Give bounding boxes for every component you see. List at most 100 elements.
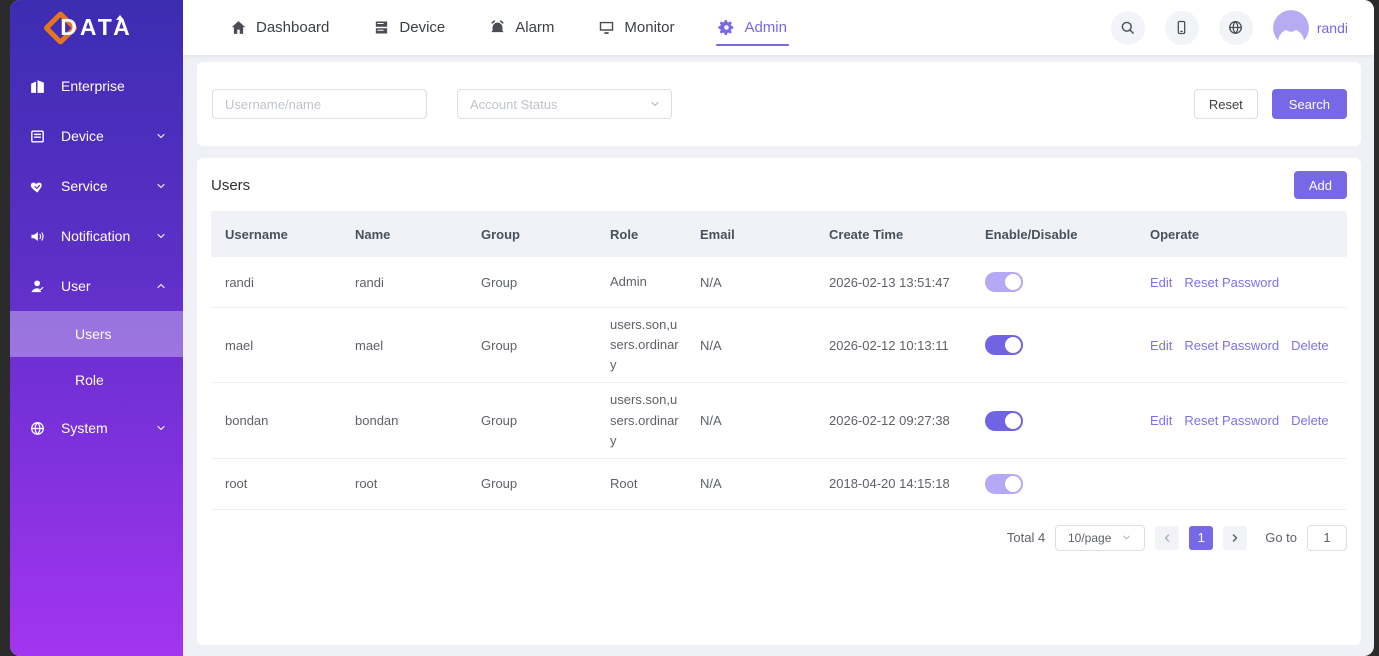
chevron-down-icon	[155, 130, 167, 142]
sidebar-subitem-users[interactable]: Users	[10, 311, 183, 357]
reset-password-link[interactable]: Reset Password	[1184, 413, 1279, 428]
delete-link[interactable]: Delete	[1291, 413, 1329, 428]
enable-toggle[interactable]	[985, 272, 1023, 292]
chevron-down-icon	[1121, 532, 1132, 543]
search-icon	[1119, 19, 1136, 36]
cell-role: users.son,users.ordinary	[596, 390, 686, 450]
enable-toggle[interactable]	[985, 335, 1023, 355]
notification-icon	[29, 228, 46, 245]
cell-operate: Edit Reset Password Delete	[1136, 338, 1347, 353]
cell-username: root	[211, 476, 341, 491]
avatar	[1273, 10, 1309, 46]
sidebar-item-device[interactable]: Device	[10, 111, 183, 161]
cell-email: N/A	[686, 476, 815, 491]
sidebar-item-label: Device	[61, 128, 155, 144]
sidebar-item-label: System	[61, 420, 155, 436]
column-header-email: Email	[686, 227, 815, 242]
current-page-button[interactable]: 1	[1189, 526, 1213, 550]
reset-password-link[interactable]: Reset Password	[1184, 275, 1279, 290]
cell-operate: Edit Reset Password	[1136, 275, 1347, 290]
tab-monitor[interactable]: Monitor	[598, 0, 674, 55]
chevron-up-icon	[155, 280, 167, 292]
sidebar-item-enterprise[interactable]: Enterprise	[10, 61, 183, 111]
tab-label: Device	[399, 19, 445, 36]
app-logo[interactable]: DATA	[10, 0, 183, 55]
enable-toggle[interactable]	[985, 474, 1023, 494]
search-button[interactable]	[1111, 11, 1145, 45]
sidebar-subitem-label: Users	[75, 326, 112, 342]
cell-group: Group	[467, 413, 596, 428]
search-button[interactable]: Search	[1272, 89, 1347, 119]
sidebar-item-label: User	[61, 278, 155, 294]
cell-group: Group	[467, 476, 596, 491]
cell-role: Admin	[596, 272, 686, 292]
globe-icon	[1227, 19, 1244, 36]
prev-page-button[interactable]	[1155, 526, 1179, 550]
nav-actions: randi	[1111, 10, 1348, 46]
cell-username: randi	[211, 275, 341, 290]
account-status-select[interactable]: Account Status	[457, 89, 672, 119]
cell-username: mael	[211, 338, 341, 353]
panel-title: Users	[211, 177, 250, 194]
sidebar-subitem-role[interactable]: Role	[10, 357, 183, 403]
sidebar-subitem-label: Role	[75, 372, 104, 388]
tab-device[interactable]: Device	[373, 0, 445, 55]
next-page-button[interactable]	[1223, 526, 1247, 550]
phone-icon	[1173, 19, 1190, 36]
content-area: Account Status Reset Search Users Add Us…	[183, 55, 1374, 656]
cell-name: root	[341, 476, 467, 491]
column-header-operate: Operate	[1136, 227, 1347, 242]
column-header-name: Name	[341, 227, 467, 242]
table-row-randi: randirandiGroupAdminN/A2026-02-13 13:51:…	[211, 257, 1347, 308]
add-user-button[interactable]: Add	[1294, 171, 1347, 199]
building-icon	[29, 78, 46, 95]
page-size-select[interactable]: 10/page	[1055, 525, 1145, 551]
enable-toggle[interactable]	[985, 411, 1023, 431]
cell-enable-disable	[971, 474, 1136, 494]
chevron-down-icon	[155, 230, 167, 242]
edit-link[interactable]: Edit	[1150, 413, 1172, 428]
cell-role: Root	[596, 474, 686, 494]
cell-operate: Edit Reset Password Delete	[1136, 413, 1347, 428]
column-header-enable-disable: Enable/Disable	[971, 227, 1136, 242]
cell-name: bondan	[341, 413, 467, 428]
reset-password-link[interactable]: Reset Password	[1184, 338, 1279, 353]
globe-button[interactable]	[1219, 11, 1253, 45]
delete-link[interactable]: Delete	[1291, 338, 1329, 353]
pagination-total: Total 4	[1007, 530, 1045, 545]
pagination: Total 4 10/page 1 Go to	[211, 525, 1347, 551]
sidebar-item-system[interactable]: System	[10, 403, 183, 453]
table-row-mael: maelmaelGroupusers.son,users.ordinaryN/A…	[211, 308, 1347, 383]
chevron-down-icon	[649, 98, 661, 110]
tab-admin[interactable]: Admin	[718, 0, 787, 55]
account-status-placeholder: Account Status	[470, 97, 557, 112]
globe-icon	[29, 420, 46, 437]
user-menu[interactable]: randi	[1273, 10, 1348, 46]
cell-create-time: 2026-02-12 09:27:38	[815, 413, 971, 428]
app-window: DATA Enterprise Device ServiceNotification…	[10, 0, 1374, 656]
users-panel-head: Users Add	[211, 158, 1347, 211]
edit-link[interactable]: Edit	[1150, 338, 1172, 353]
tab-alarm[interactable]: Alarm	[489, 0, 554, 55]
reset-button[interactable]: Reset	[1194, 89, 1258, 119]
cell-role: users.son,users.ordinary	[596, 315, 686, 375]
tab-label: Alarm	[515, 19, 554, 36]
sidebar-item-user[interactable]: User	[10, 261, 183, 311]
phone-button[interactable]	[1165, 11, 1199, 45]
chevron-down-icon	[155, 180, 167, 192]
sidebar-item-service[interactable]: Service	[10, 161, 183, 211]
cell-name: randi	[341, 275, 467, 290]
device-icon	[29, 128, 46, 145]
cell-enable-disable	[971, 335, 1136, 355]
username-filter-input[interactable]	[212, 89, 427, 119]
toggle-knob	[1005, 274, 1021, 290]
tab-dashboard[interactable]: Dashboard	[230, 0, 329, 55]
edit-link[interactable]: Edit	[1150, 275, 1172, 290]
sidebar: DATA Enterprise Device ServiceNotification…	[10, 0, 183, 656]
tab-label: Monitor	[624, 19, 674, 36]
users-table-body: randirandiGroupAdminN/A2026-02-13 13:51:…	[211, 257, 1347, 510]
cell-enable-disable	[971, 411, 1136, 431]
sidebar-item-notification[interactable]: Notification	[10, 211, 183, 261]
logo-wrap: DATA	[60, 14, 132, 41]
goto-page-input[interactable]	[1307, 525, 1347, 551]
